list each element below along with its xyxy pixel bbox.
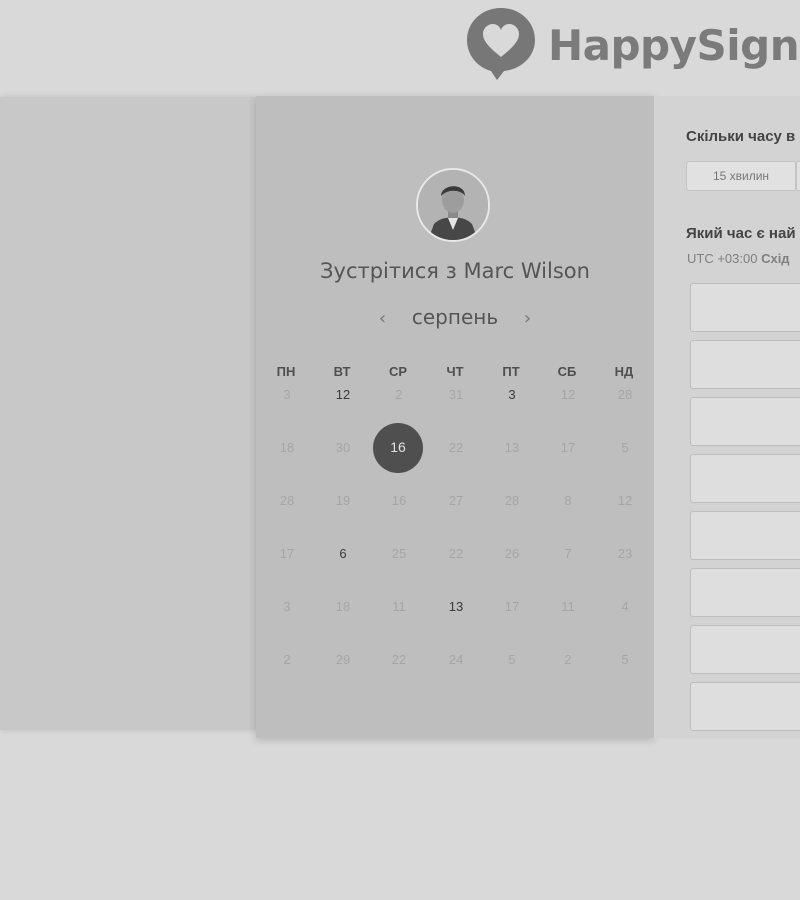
month-navigation: ‹ серпень ›: [256, 305, 654, 329]
calendar-day: 2: [564, 652, 572, 667]
weekday-label: ВТ: [333, 364, 351, 379]
meeting-title-prefix: Зустрітися з: [320, 259, 457, 283]
time-slot-button[interactable]: [690, 511, 800, 560]
brand-name: HappySigna: [548, 21, 800, 70]
next-month-icon[interactable]: ›: [518, 308, 536, 329]
calendar-day: 12: [617, 493, 633, 508]
duration-question: Скільки часу в: [686, 128, 796, 145]
time-slot-button[interactable]: [690, 625, 800, 674]
calendar-day: 2: [283, 652, 291, 667]
calendar-day: 17: [560, 440, 576, 455]
weekday-label: ЧТ: [446, 364, 464, 379]
calendar-day: 8: [564, 493, 572, 508]
time-slot-button[interactable]: [690, 397, 800, 446]
calendar-day-available[interactable]: 13: [436, 599, 476, 615]
time-question: Який час є най: [686, 225, 796, 242]
calendar-day: 28: [617, 387, 633, 402]
calendar-day: 19: [335, 493, 351, 508]
calendar-day: 16: [391, 493, 407, 508]
calendar-day: 29: [335, 652, 351, 667]
duration-option-button[interactable]: 15 хвилин: [686, 161, 796, 191]
calendar-day: 3: [283, 599, 291, 614]
calendar-day: 22: [391, 652, 407, 667]
calendar-day: 27: [448, 493, 464, 508]
time-slot-button[interactable]: [690, 283, 800, 332]
heart-speech-bubble-icon: [467, 8, 535, 80]
calendar-day: 3: [283, 387, 291, 402]
calendar-day: 2: [395, 387, 403, 402]
calendar-day: 4: [621, 599, 629, 614]
host-portrait-icon: [418, 170, 488, 240]
meeting-title: Зустрітися з Marc Wilson: [256, 259, 654, 283]
calendar-day: 5: [621, 652, 629, 667]
calendar-day: 22: [448, 440, 464, 455]
weekday-label: СБ: [557, 364, 577, 379]
calendar-day: 7: [564, 546, 572, 561]
options-panel: Скільки часу в 15 хвилин Який час є най …: [654, 96, 800, 738]
weekday-label: НД: [614, 364, 634, 379]
host-name: Marc Wilson: [463, 259, 590, 283]
calendar-day: 18: [279, 440, 295, 455]
calendar-day: 28: [279, 493, 295, 508]
month-label: серпень: [411, 305, 499, 329]
left-backdrop-panel: [0, 97, 256, 730]
calendar-day-selected[interactable]: 16: [373, 423, 423, 473]
timezone-name: Схід: [761, 251, 790, 266]
calendar-day: 30: [335, 440, 351, 455]
calendar-day: 11: [392, 599, 406, 614]
weekday-label: ПН: [276, 364, 296, 379]
calendar-day: 23: [617, 546, 633, 561]
calendar-day: 18: [335, 599, 351, 614]
calendar-day: 11: [561, 599, 575, 614]
time-slot-button[interactable]: [690, 682, 800, 731]
calendar-day: 12: [560, 387, 576, 402]
calendar-day: 5: [621, 440, 629, 455]
calendar-day: 17: [504, 599, 520, 614]
calendar-day: 5: [508, 652, 516, 667]
calendar-day: 25: [391, 546, 407, 561]
calendar-day: 24: [448, 652, 464, 667]
prev-month-icon[interactable]: ‹: [374, 308, 392, 329]
avatar: [416, 168, 490, 242]
calendar-day: 22: [448, 546, 464, 561]
time-slot-button[interactable]: [690, 340, 800, 389]
calendar-day: 13: [504, 440, 520, 455]
calendar-panel: Зустрітися з Marc Wilson ‹ серпень › ПН В…: [256, 96, 654, 738]
calendar-day-available[interactable]: 3: [492, 387, 532, 403]
time-slot-button[interactable]: [690, 454, 800, 503]
calendar-day: 31: [448, 387, 464, 402]
weekday-label: ПТ: [502, 364, 520, 379]
timezone-offset: UTC +03:00: [687, 251, 758, 266]
calendar-day-available[interactable]: 12: [323, 387, 363, 403]
calendar-day: 17: [279, 546, 295, 561]
calendar-day: 28: [504, 493, 520, 508]
duration-option-button-next[interactable]: [796, 161, 800, 191]
calendar-day-available[interactable]: 6: [323, 546, 363, 562]
calendar-day: 26: [504, 546, 520, 561]
weekday-label: СР: [388, 364, 408, 379]
timezone-label[interactable]: UTC +03:00 Схід: [687, 251, 790, 266]
time-slot-button[interactable]: [690, 568, 800, 617]
weekday-header: ПН ВТ СР ЧТ ПТ СБ НД: [256, 364, 654, 382]
